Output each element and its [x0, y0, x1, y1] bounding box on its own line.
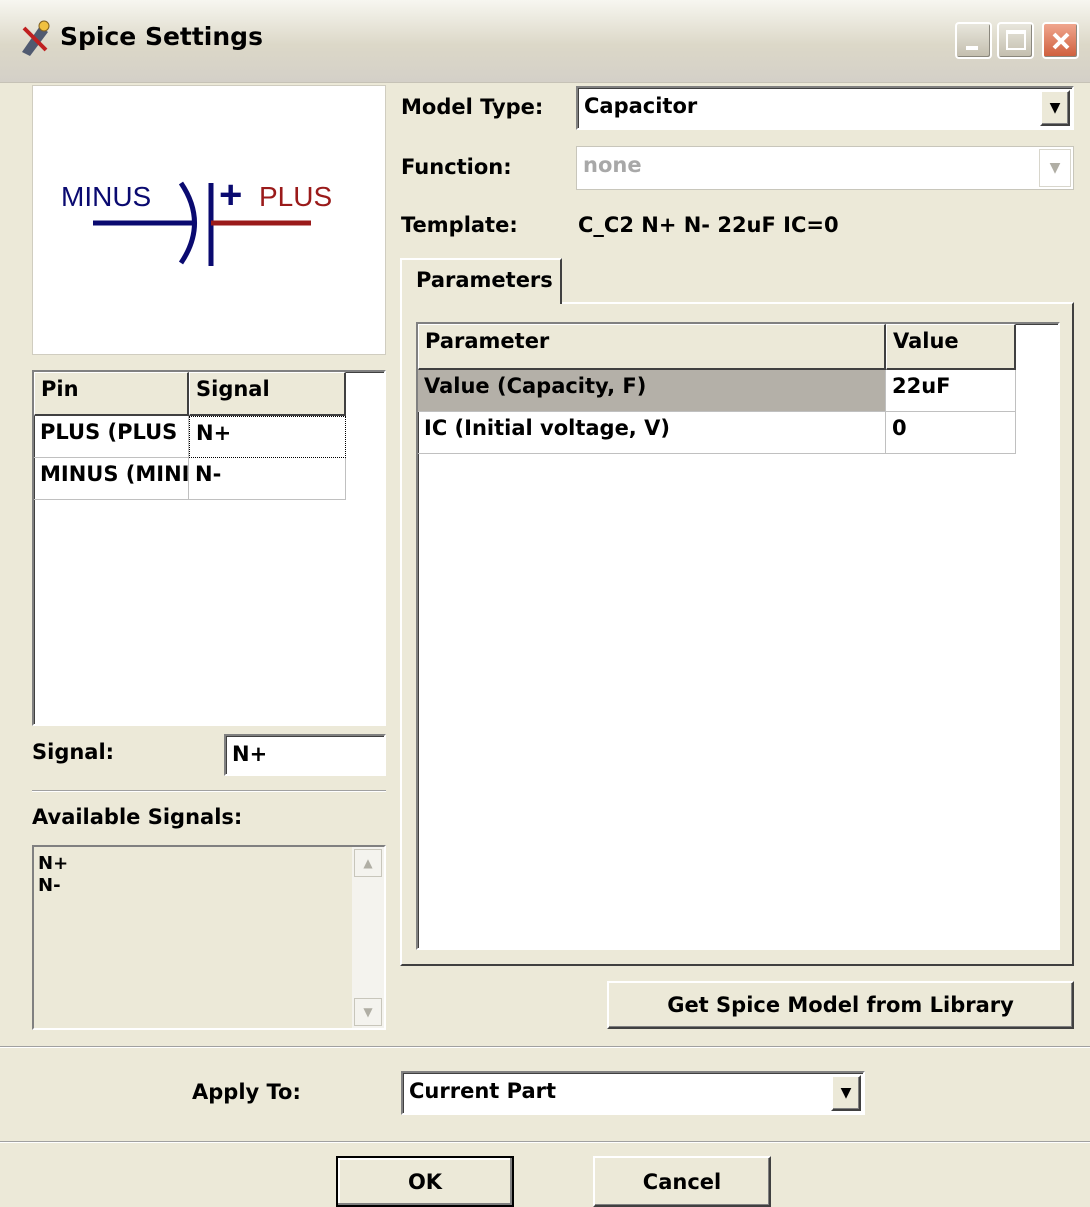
apply-to-label: Apply To:	[192, 1080, 301, 1104]
close-button[interactable]	[1042, 22, 1079, 59]
signal-column-header[interactable]: Signal	[189, 372, 346, 416]
divider	[0, 1046, 1090, 1048]
available-signal-item[interactable]: N-	[38, 875, 61, 897]
model-type-value: Capacitor	[584, 94, 698, 118]
get-spice-model-button[interactable]: Get Spice Model from Library	[607, 981, 1074, 1029]
minimize-button[interactable]	[955, 22, 992, 59]
title-bar: Spice Settings	[0, 0, 1090, 83]
scroll-up-icon[interactable]: ▲	[354, 849, 382, 877]
template-label: Template:	[401, 213, 518, 237]
maximize-button[interactable]	[997, 22, 1034, 59]
model-type-select[interactable]: Capacitor ▼	[576, 86, 1074, 130]
pin-column-header[interactable]: Pin	[34, 372, 189, 416]
signal-input-value: N+	[232, 742, 268, 766]
apply-to-value: Current Part	[409, 1079, 557, 1103]
parameter-column-header[interactable]: Parameter	[418, 324, 886, 370]
ok-button[interactable]: OK	[336, 1156, 514, 1207]
pin-cell[interactable]: PLUS (PLUS	[34, 416, 189, 458]
template-value: C_C2 N+ N- 22uF IC=0	[578, 213, 839, 237]
function-value: none	[583, 153, 642, 177]
window-title: Spice Settings	[60, 22, 263, 51]
scroll-down-icon[interactable]: ▼	[354, 998, 382, 1026]
get-spice-model-label: Get Spice Model from Library	[667, 993, 1014, 1017]
divider	[0, 1141, 1090, 1143]
signal-cell-selected[interactable]: N+	[189, 416, 346, 458]
parameter-cell[interactable]: IC (Initial voltage, V)	[418, 412, 886, 454]
close-icon	[1052, 32, 1070, 50]
apply-to-select[interactable]: Current Part ▼	[401, 1071, 865, 1115]
function-label: Function:	[401, 155, 512, 179]
parameter-table: Parameter Value Value (Capacity, F) 22uF…	[416, 322, 1060, 950]
signal-input[interactable]: N+	[224, 734, 386, 776]
tab-parameters-label: Parameters	[416, 268, 553, 292]
chevron-down-icon[interactable]: ▼	[1039, 149, 1071, 187]
parameter-cell-selected[interactable]: Value (Capacity, F)	[418, 370, 886, 412]
available-signals-label: Available Signals:	[32, 805, 243, 829]
value-cell[interactable]: 0	[886, 412, 1016, 454]
value-column-header[interactable]: Value	[886, 324, 1016, 370]
model-type-label: Model Type:	[401, 95, 544, 119]
symbol-plus-sign: +	[219, 173, 242, 217]
tab-parameters[interactable]: Parameters	[400, 258, 562, 304]
maximize-icon	[1006, 30, 1026, 50]
cancel-button[interactable]: Cancel	[593, 1156, 771, 1207]
ok-label: OK	[407, 1169, 443, 1194]
function-select[interactable]: none ▼	[576, 146, 1074, 190]
symbol-preview: MINUS + PLUS	[32, 85, 386, 355]
signal-label: Signal:	[32, 740, 115, 764]
symbol-minus-label: MINUS	[61, 181, 151, 212]
list-scrollbar[interactable]: ▲ ▼	[352, 847, 384, 1028]
pin-table: Pin Signal PLUS (PLUS N+ MINUS (MINI N-	[32, 370, 386, 726]
value-cell[interactable]: 22uF	[886, 370, 1016, 412]
available-signals-list[interactable]: N+ N- ▲ ▼	[32, 845, 386, 1030]
available-signal-item[interactable]: N+	[38, 853, 68, 875]
chevron-down-icon[interactable]: ▼	[831, 1075, 861, 1111]
symbol-plus-label: PLUS	[259, 181, 332, 212]
chevron-down-icon[interactable]: ▼	[1040, 90, 1070, 126]
signal-cell[interactable]: N-	[189, 458, 346, 500]
pin-cell[interactable]: MINUS (MINI	[34, 458, 189, 500]
capacitor-symbol: MINUS + PLUS	[61, 173, 332, 266]
minimize-icon	[966, 46, 978, 50]
cancel-label: Cancel	[642, 1169, 722, 1194]
divider	[32, 790, 386, 792]
spice-app-icon	[22, 20, 50, 56]
